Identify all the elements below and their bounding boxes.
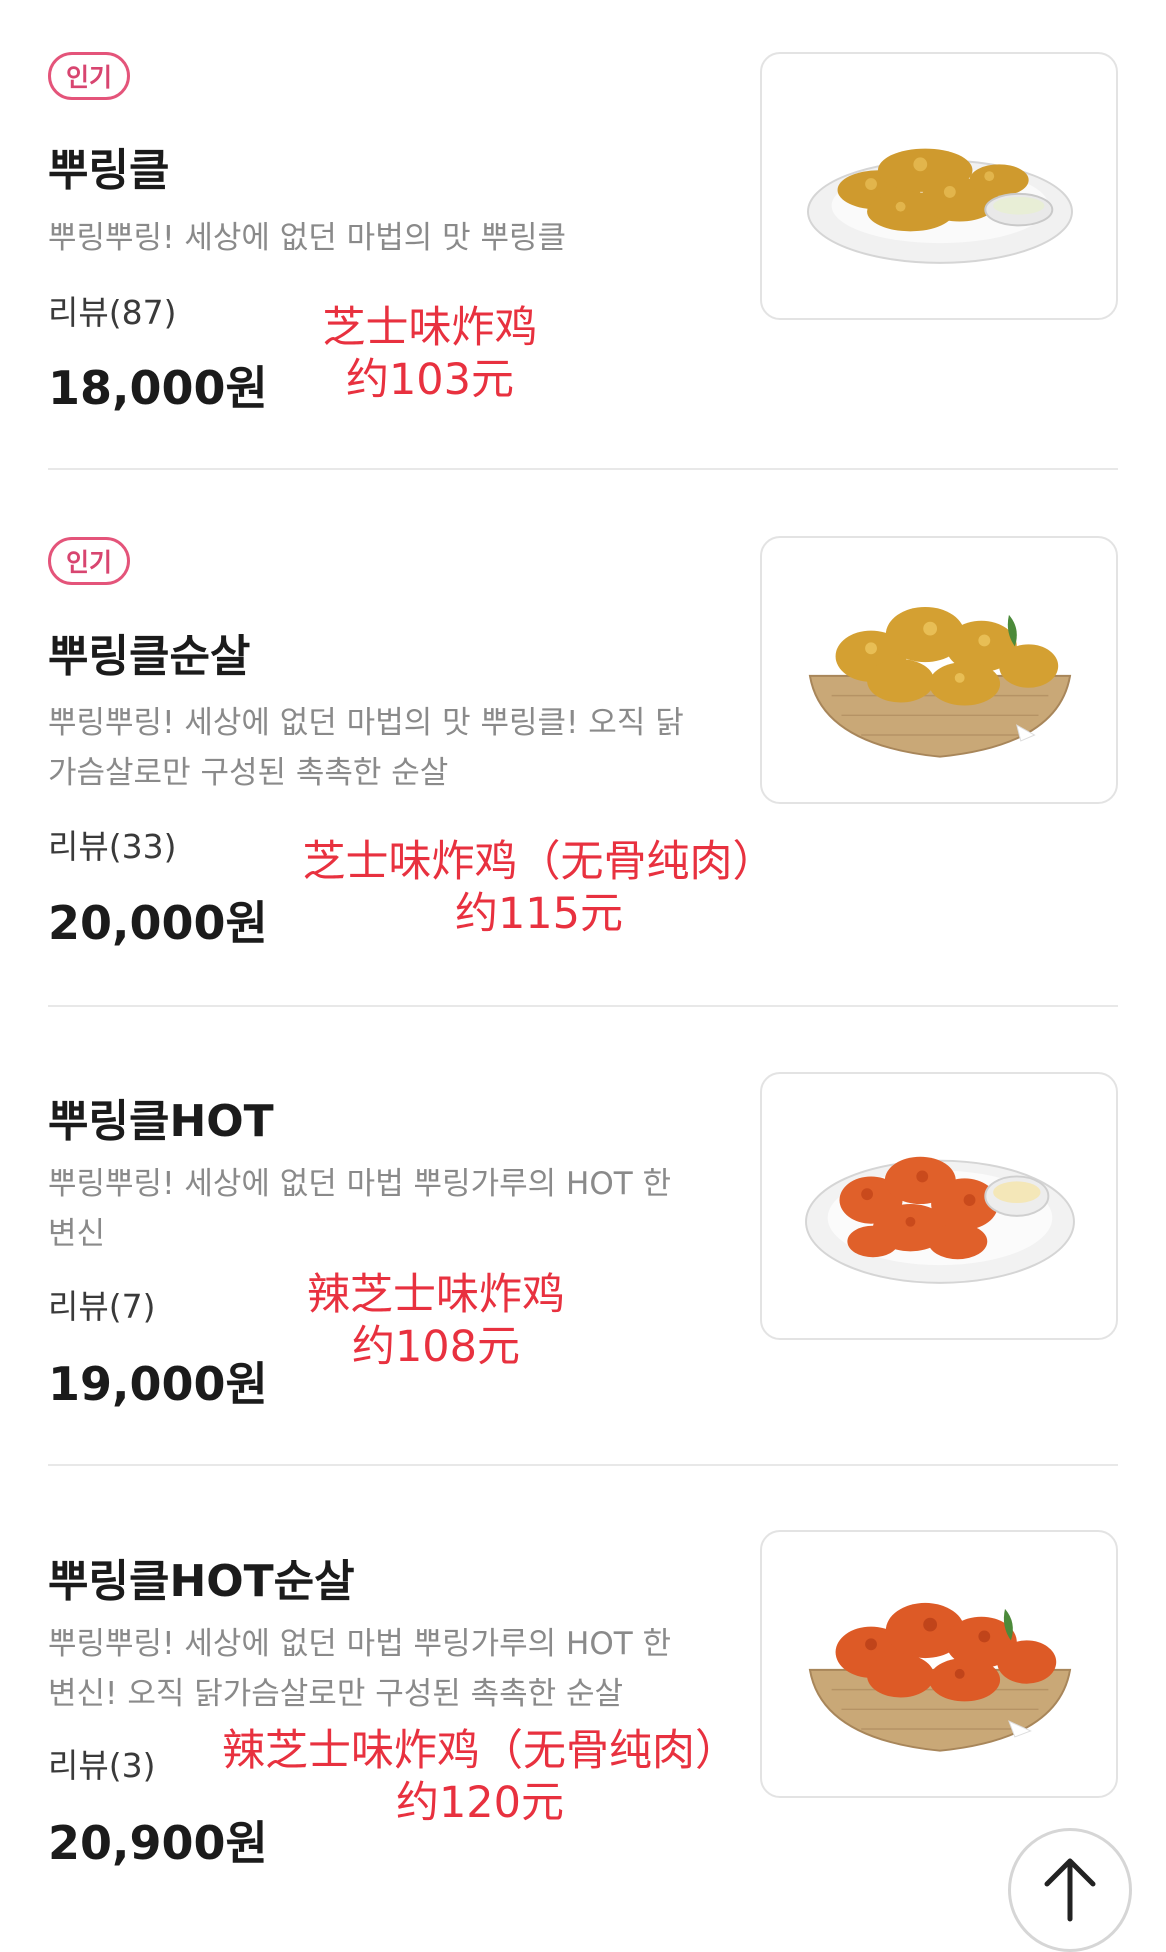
item-photo[interactable] xyxy=(760,1530,1118,1798)
note-name: 芝士味炸鸡（无骨纯肉） xyxy=(302,837,776,887)
popular-badge: 인기 xyxy=(48,52,130,100)
item-name: 뿌링클HOT xyxy=(48,1096,274,1147)
review-count[interactable]: 리뷰(33) xyxy=(48,820,176,868)
translation-note: 芝士味炸鸡（无骨纯肉） 约115元 xyxy=(294,836,784,940)
item-price: 18,000원 xyxy=(48,361,268,415)
menu-item[interactable]: 뿌링클HOT 뿌링뿌링! 세상에 없던 마법 뿌링가루의 HOT 한 변신 리뷰… xyxy=(0,1005,1166,1465)
item-description: 뿌링뿌링! 세상에 없던 마법 뿌링가루의 HOT 한 변신 xyxy=(48,1166,672,1252)
menu-item[interactable]: 인기 뿌링클순살 뿌링뿌링! 세상에 없던 마법의 맛 뿌링클! 오직 닭가슴살… xyxy=(0,470,1166,1005)
translation-note: 辣芝士味炸鸡（无骨纯肉） 约120元 xyxy=(220,1725,740,1829)
item-photo[interactable] xyxy=(760,52,1118,320)
item-name: 뿌링클 xyxy=(48,145,170,196)
review-count[interactable]: 리뷰(87) xyxy=(48,286,176,334)
item-price: 20,000원 xyxy=(48,896,268,950)
note-name: 芝士味炸鸡 xyxy=(322,303,538,353)
note-name: 辣芝士味炸鸡 xyxy=(307,1270,565,1320)
translation-note: 辣芝士味炸鸡 约108元 xyxy=(296,1269,576,1373)
note-price: 约103元 xyxy=(345,355,515,405)
arrow-up-icon xyxy=(1044,1858,1096,1922)
note-price: 约108元 xyxy=(351,1322,521,1372)
note-price: 约115元 xyxy=(454,889,624,939)
review-count[interactable]: 리뷰(7) xyxy=(48,1280,155,1328)
item-name: 뿌링클HOT순살 xyxy=(48,1556,355,1607)
item-photo[interactable] xyxy=(760,1072,1118,1340)
translation-note: 芝士味炸鸡 约103元 xyxy=(300,302,560,406)
item-description: 뿌링뿌링! 세상에 없던 마법의 맛 뿌링클! 오직 닭가슴살로만 구성된 촉촉… xyxy=(48,705,684,791)
note-name: 辣芝士味炸鸡（无骨纯肉） xyxy=(222,1726,738,1776)
menu-item[interactable]: 뿌링클HOT순살 뿌링뿌링! 세상에 없던 마법 뿌링가루의 HOT 한 변신!… xyxy=(0,1465,1166,1920)
scroll-to-top-button[interactable] xyxy=(1008,1828,1132,1952)
item-description: 뿌링뿌링! 세상에 없던 마법의 맛 뿌링클 xyxy=(48,220,567,256)
note-price: 约120元 xyxy=(395,1778,565,1828)
review-count[interactable]: 리뷰(3) xyxy=(48,1739,155,1787)
popular-badge: 인기 xyxy=(48,537,130,585)
menu-item[interactable]: 인기 뿌링클 뿌링뿌링! 세상에 없던 마법의 맛 뿌링클 리뷰(87) 18,… xyxy=(0,0,1166,470)
item-name: 뿌링클순살 xyxy=(48,631,251,682)
item-description: 뿌링뿌링! 세상에 없던 마법 뿌링가루의 HOT 한 변신! 오직 닭가슴살로… xyxy=(48,1626,672,1712)
item-photo[interactable] xyxy=(760,536,1118,804)
item-price: 19,000원 xyxy=(48,1357,268,1411)
